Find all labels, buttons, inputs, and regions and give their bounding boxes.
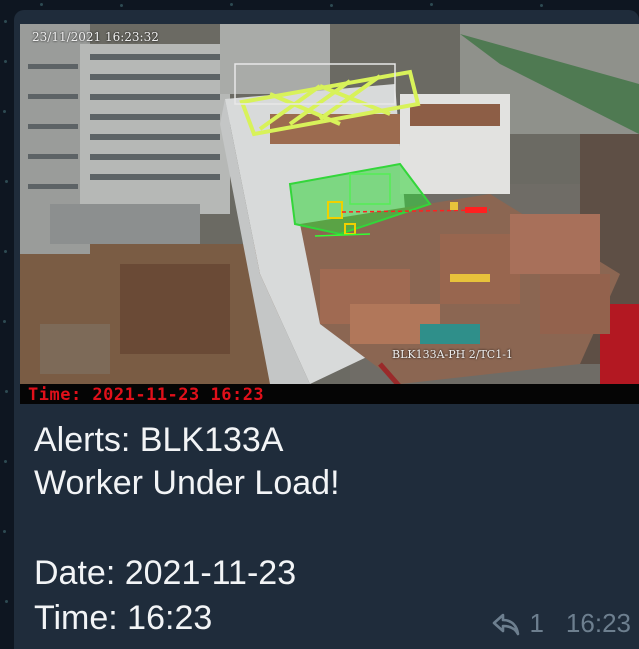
cctv-snapshot[interactable]: 23/11/2021 16:23:32 BLK133A-PH 2/TC1-1 T…: [20, 24, 639, 404]
cctv-timestamp: 23/11/2021 16:23:32: [32, 30, 159, 44]
message-time: 16:23: [565, 608, 631, 638]
alert-date: Date: 2021-11-23: [34, 554, 297, 592]
message-bubble[interactable]: 23/11/2021 16:23:32 BLK133A-PH 2/TC1-1 T…: [14, 10, 639, 649]
alert-time: Time: 16:23: [34, 599, 213, 637]
time-overlay-bar: Time: 2021-11-23 16:23: [20, 384, 639, 404]
message-meta: 1 16:23: [491, 608, 631, 639]
reply-arrow-icon[interactable]: [491, 611, 521, 637]
time-overlay-text: Time: 2021-11-23 16:23: [28, 385, 265, 404]
construction-site-scene: [20, 24, 639, 404]
alert-description: Worker Under Load!: [34, 464, 340, 502]
alert-title: Alerts: BLK133A: [34, 421, 284, 459]
camera-label: BLK133A-PH 2/TC1-1: [392, 348, 513, 361]
reply-count[interactable]: 1: [529, 608, 543, 639]
